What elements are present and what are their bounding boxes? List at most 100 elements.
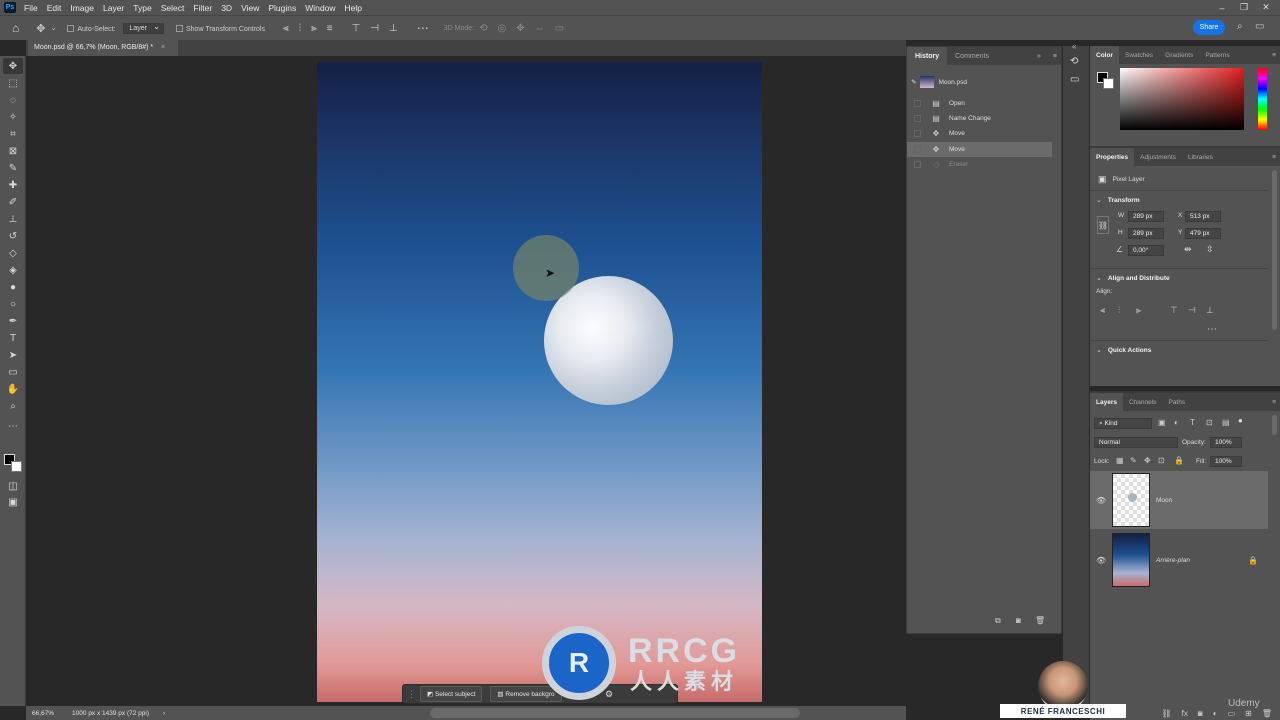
hand-tool-icon[interactable]: ✋	[3, 381, 23, 397]
zoom-tool-icon[interactable]: ⌕	[3, 398, 23, 414]
clone-stamp-tool-icon[interactable]: ⊥	[3, 211, 23, 227]
workspace-icon[interactable]: ▭	[1255, 21, 1264, 32]
tab-gradients[interactable]: Gradients	[1159, 46, 1199, 64]
quick-mask-icon[interactable]: ◫	[3, 478, 23, 494]
width-field[interactable]: 289 px	[1128, 211, 1164, 222]
3d-slide-icon[interactable]: ⇔	[535, 23, 545, 34]
blend-mode-dropdown[interactable]: Normal	[1094, 437, 1178, 448]
path-selection-tool-icon[interactable]: ➤	[3, 347, 23, 363]
auto-select-target-dropdown[interactable]: Layer	[123, 22, 164, 34]
select-subject-button[interactable]: ◩ Select subject	[420, 686, 483, 702]
layer-name[interactable]: Arrière-plan	[1156, 557, 1190, 564]
color-picker-field[interactable]	[1120, 68, 1244, 130]
3d-roll-icon[interactable]: ◎	[498, 23, 507, 34]
settings-icon[interactable]: ⚙	[605, 689, 613, 700]
menu-plugins[interactable]: Plugins	[268, 3, 296, 13]
paint-bucket-tool-icon[interactable]: ◈	[3, 262, 23, 278]
layers-scrollbar[interactable]	[1272, 415, 1277, 435]
filter-smart-object-icon[interactable]: ▤	[1222, 418, 1230, 427]
show-transform-checkbox[interactable]: Show Transform Controls	[176, 24, 265, 33]
document-tab[interactable]: Moon.psd @ 66,7% (Moon, RGB/8#) * ×	[28, 40, 178, 56]
properties-scrollbar[interactable]	[1272, 170, 1277, 330]
home-icon[interactable]: ⌂	[12, 21, 19, 35]
collapse-icon[interactable]: »	[1037, 53, 1041, 60]
height-field[interactable]: 289 px	[1128, 228, 1164, 239]
background-color-swatch[interactable]	[1103, 78, 1114, 89]
visibility-eye-icon[interactable]: 👁	[1096, 496, 1106, 505]
align-top-icon[interactable]: ⊤	[352, 23, 361, 34]
filter-type-icon[interactable]: T	[1190, 418, 1195, 427]
auto-select-checkbox[interactable]: Auto-Select:	[67, 24, 115, 33]
move-tool-icon[interactable]: ✥	[36, 22, 45, 35]
frame-tool-icon[interactable]: ⊠	[3, 143, 23, 159]
layer-row[interactable]: 👁 Arrière-plan 🔒	[1090, 531, 1268, 589]
align-middle-v-icon[interactable]: ⊣	[1188, 305, 1196, 316]
horizontal-scrollbar[interactable]	[430, 708, 800, 718]
menu-layer[interactable]: Layer	[103, 3, 124, 13]
search-icon[interactable]: ⌕	[1237, 21, 1243, 32]
chevron-down-icon[interactable]: ⌄	[1096, 196, 1102, 204]
tab-layers[interactable]: Layers	[1090, 393, 1123, 411]
menu-select[interactable]: Select	[161, 3, 185, 13]
rectangle-tool-icon[interactable]: ▭	[3, 364, 23, 380]
menu-image[interactable]: Image	[70, 3, 94, 13]
lock-all-icon[interactable]: 🔒	[1174, 456, 1184, 465]
layer-mask-icon[interactable]: ◙	[1198, 709, 1203, 718]
align-middle-v-icon[interactable]: ⊣	[370, 23, 379, 34]
share-button[interactable]: Share	[1193, 20, 1225, 35]
align-bottom-icon[interactable]: ⊥	[389, 23, 398, 34]
more-tools-icon[interactable]: ⋯	[3, 418, 23, 434]
tab-adjustments[interactable]: Adjustments	[1134, 148, 1182, 166]
snapshot-camera-icon[interactable]: ◙	[1016, 616, 1021, 625]
chevron-down-icon[interactable]: ⌄	[1096, 274, 1102, 282]
lasso-tool-icon[interactable]: ◌	[3, 92, 23, 108]
new-layer-icon[interactable]: ⊞	[1245, 709, 1252, 718]
layer-filter-dropdown[interactable]: ⌕ Kind	[1094, 418, 1152, 429]
link-icon[interactable]: ⛓	[1097, 216, 1109, 234]
panel-menu-icon[interactable]: ≡	[1272, 399, 1276, 406]
tab-color[interactable]: Color	[1090, 46, 1119, 64]
background-color-swatch[interactable]	[11, 461, 22, 472]
eraser-tool-icon[interactable]: ◇	[3, 245, 23, 261]
link-layers-icon[interactable]: ⛓	[1162, 709, 1172, 718]
align-bottom-icon[interactable]: ⊥	[1206, 305, 1214, 316]
layer-style-icon[interactable]: fx	[1182, 709, 1188, 718]
menu-filter[interactable]: Filter	[193, 3, 212, 13]
x-field[interactable]: 513 px	[1185, 211, 1221, 222]
move-tool-icon[interactable]: ✥	[3, 58, 23, 74]
chevron-down-icon[interactable]: ⌄	[50, 24, 56, 32]
pen-tool-icon[interactable]: ✒	[3, 313, 23, 329]
flip-horizontal-icon[interactable]: ⇹	[1184, 244, 1192, 255]
menu-view[interactable]: View	[241, 3, 259, 13]
blur-tool-icon[interactable]: ●	[3, 279, 23, 295]
lock-artboard-icon[interactable]: ⊡	[1158, 456, 1165, 465]
history-step-selected[interactable]: ✥ Move	[907, 142, 1052, 157]
3d-orbit-icon[interactable]: ⟲	[479, 23, 487, 34]
flip-vertical-icon[interactable]: ⇳	[1206, 244, 1214, 255]
screen-mode-icon[interactable]: ▣	[3, 494, 23, 510]
filter-shape-icon[interactable]: ⊡	[1206, 418, 1213, 427]
drag-handle-icon[interactable]: ⋮	[407, 689, 416, 700]
close-tab-icon[interactable]: ×	[161, 44, 165, 51]
history-panel-icon[interactable]: ⟲	[1070, 56, 1078, 67]
fill-field[interactable]: 100%	[1210, 456, 1242, 467]
lock-position-icon[interactable]: ✥	[1144, 456, 1151, 465]
lock-transparent-icon[interactable]: ▦	[1116, 456, 1124, 465]
align-left-icon[interactable]: ⫷	[1100, 305, 1105, 316]
document-canvas[interactable]	[317, 62, 762, 702]
visibility-eye-icon[interactable]: 👁	[1096, 556, 1106, 565]
opacity-field[interactable]: 100%	[1210, 437, 1242, 448]
filter-pixel-icon[interactable]: ▣	[1158, 418, 1166, 427]
distribute-icon[interactable]: ≡	[327, 23, 333, 34]
menu-help[interactable]: Help	[344, 3, 361, 13]
history-brush-tool-icon[interactable]: ↺	[3, 228, 23, 244]
history-step-dimmed[interactable]: ◇ Eraser	[907, 157, 1052, 172]
layer-row-selected[interactable]: 👁 Moon	[1090, 471, 1268, 529]
more-options-icon[interactable]: ⋯	[1207, 324, 1217, 335]
tab-libraries[interactable]: Libraries	[1182, 148, 1219, 166]
3d-pan-icon[interactable]: ✥	[516, 23, 524, 34]
comments-panel-icon[interactable]: ▭	[1070, 74, 1079, 85]
filter-adjustment-icon[interactable]: ◐	[1174, 418, 1179, 427]
menu-type[interactable]: Type	[133, 3, 151, 13]
tab-history[interactable]: History	[907, 47, 948, 65]
